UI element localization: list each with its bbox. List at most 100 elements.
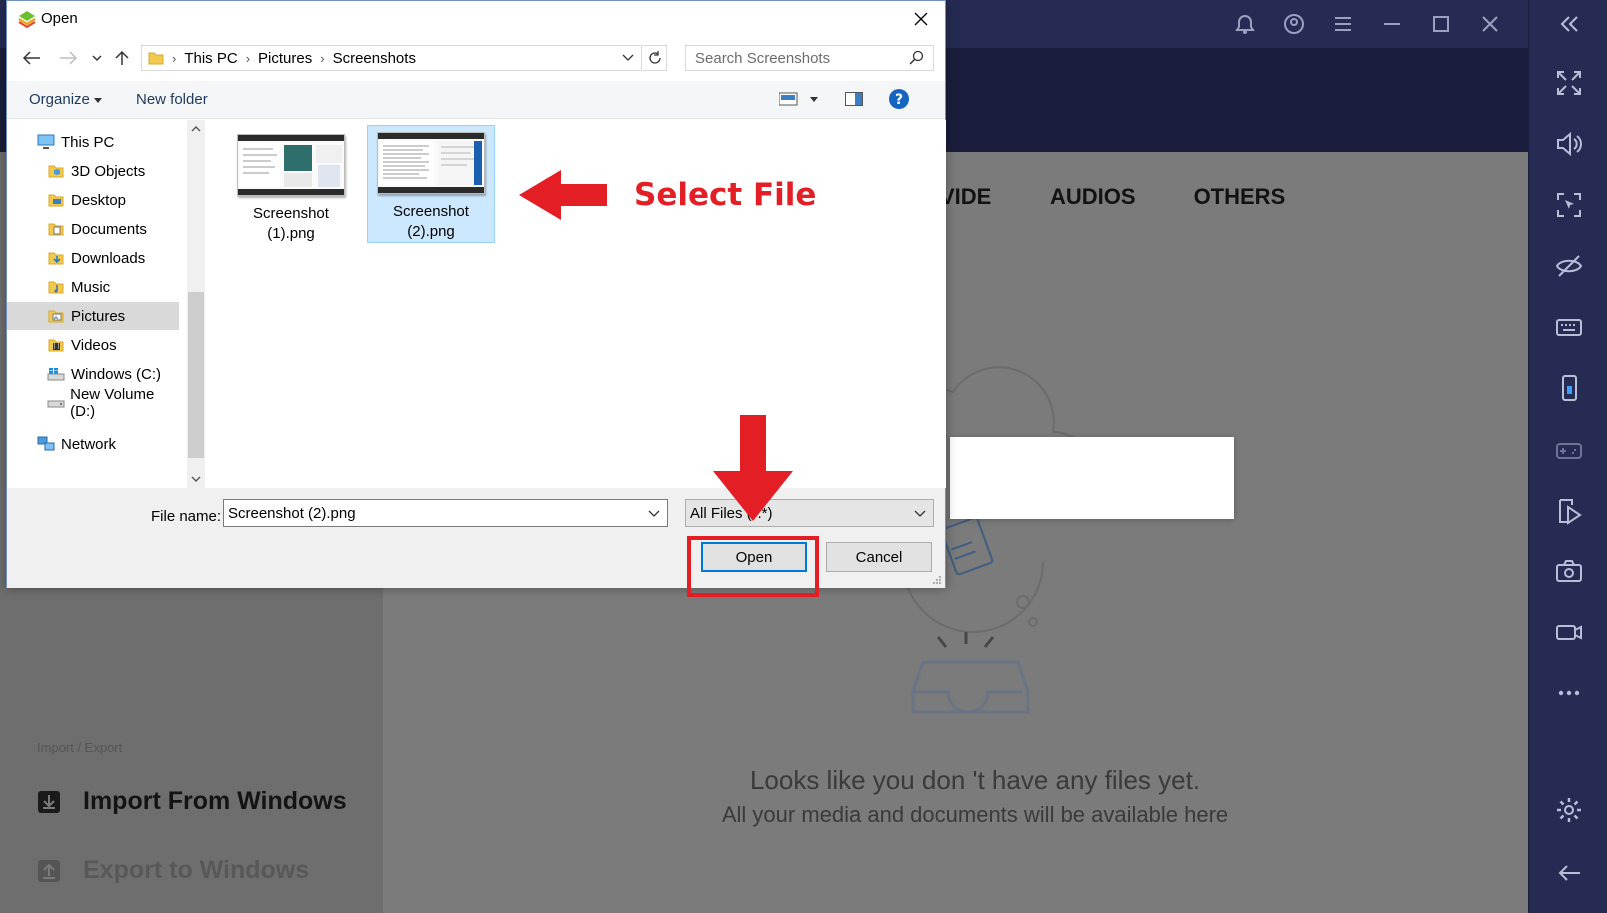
nav-item-windows-c[interactable]: Windows (C:) (7, 360, 179, 388)
hide-icon[interactable] (1529, 251, 1607, 281)
import-icon (38, 790, 60, 813)
nav-item-desktop[interactable]: Desktop (7, 186, 179, 214)
back-button[interactable] (19, 43, 45, 73)
new-folder-button[interactable]: New folder (136, 91, 208, 108)
camera-icon[interactable] (1529, 556, 1607, 586)
refresh-button[interactable] (643, 45, 667, 71)
folder-documents-icon (48, 223, 64, 236)
nav-item-pictures[interactable]: Pictures (7, 302, 179, 330)
annotation-arrow-down-icon (713, 415, 793, 521)
export-icon (38, 859, 60, 882)
file-item-screenshot-2[interactable]: Screenshot (2).png (367, 125, 495, 243)
breadcrumb-separator-icon: › (320, 50, 325, 66)
nav-item-label: Windows (C:) (71, 365, 162, 383)
search-input[interactable]: Search Screenshots (685, 45, 934, 71)
nav-item-label: Videos (71, 336, 117, 354)
nav-item-label: This PC (61, 133, 115, 151)
nav-item-this-pc[interactable]: This PC (7, 128, 179, 156)
nav-item-3d-objects[interactable]: 3D Objects (7, 157, 179, 185)
file-name-label: Screenshot (1).png (253, 205, 329, 242)
fullscreen-icon[interactable] (1529, 68, 1607, 98)
breadcrumb-this-pc[interactable]: This PC (184, 50, 237, 67)
cursor-lock-icon[interactable] (1529, 190, 1607, 220)
menu-icon[interactable] (1318, 13, 1367, 35)
app-tabs: VIDEOS AUDIOS OTHERS (940, 184, 1285, 210)
export-to-windows-button[interactable]: Export to Windows (37, 856, 309, 885)
chevron-down-icon[interactable] (621, 50, 635, 64)
scroll-down-button[interactable] (187, 470, 205, 488)
nav-item-new-volume-d[interactable]: New Volume (D:) (7, 386, 179, 420)
dialog-close-button[interactable] (907, 6, 935, 32)
nav-item-music[interactable]: Music (7, 273, 179, 301)
address-bar[interactable]: › This PC › Pictures › Screenshots (141, 45, 642, 71)
help-button[interactable]: ? (888, 88, 910, 114)
folder-3d-icon (48, 165, 64, 178)
up-button[interactable] (111, 43, 133, 73)
media-manager-icon[interactable] (1529, 495, 1607, 525)
file-name-label: Screenshot (2).png (393, 203, 469, 240)
nav-item-videos[interactable]: Videos (7, 331, 179, 359)
search-placeholder: Search Screenshots (695, 49, 831, 67)
annotation-select-file: Select File (634, 177, 817, 213)
dialog-title: Open (41, 10, 78, 27)
recent-locations-button[interactable] (89, 43, 105, 73)
export-to-windows-label: Export to Windows (83, 856, 310, 884)
volume-icon[interactable] (1529, 129, 1607, 159)
back-icon[interactable] (1529, 858, 1607, 888)
file-name-input[interactable]: Screenshot (2).png (223, 499, 668, 527)
svg-text:?: ? (895, 92, 903, 108)
scroll-thumb[interactable] (188, 292, 204, 458)
view-options-icon (778, 92, 818, 106)
scroll-up-button[interactable] (187, 120, 205, 138)
account-icon[interactable] (1269, 13, 1318, 35)
nav-item-label: 3D Objects (71, 162, 146, 180)
file-thumbnail (237, 134, 345, 196)
preview-pane-button[interactable] (845, 92, 863, 110)
collapse-icon[interactable] (1529, 14, 1607, 34)
tab-others[interactable]: OTHERS (1194, 184, 1286, 210)
change-view-button[interactable] (778, 91, 819, 111)
cancel-button[interactable]: Cancel (826, 542, 932, 572)
file-item-screenshot-1[interactable]: Screenshot (1).png (227, 128, 355, 246)
tab-videos[interactable]: VIDEOS (940, 184, 992, 210)
arrow-right-icon (60, 51, 77, 65)
file-thumbnail (377, 132, 485, 194)
video-record-icon[interactable] (1529, 617, 1607, 647)
import-from-windows-button[interactable]: Import From Windows (37, 787, 347, 816)
phone-icon[interactable] (1529, 373, 1607, 403)
close-app-icon[interactable] (1465, 13, 1514, 35)
right-toolbar (1528, 0, 1607, 913)
notification-bell-icon[interactable] (1220, 13, 1269, 35)
maximize-icon[interactable] (1416, 13, 1465, 35)
breadcrumb-screenshots[interactable]: Screenshots (333, 50, 416, 67)
dialog-toolbar: Organize New folder ? (7, 81, 945, 119)
organize-button[interactable]: Organize (29, 91, 103, 108)
arrow-up-icon (115, 50, 129, 65)
minimize-icon[interactable] (1367, 13, 1416, 35)
more-icon[interactable] (1529, 678, 1607, 708)
app-popup-card (950, 437, 1234, 519)
import-from-windows-label: Import From Windows (83, 787, 347, 815)
chevron-up-icon (191, 126, 201, 132)
resize-grip-icon[interactable] (932, 575, 942, 585)
nav-item-downloads[interactable]: Downloads (7, 244, 179, 272)
file-name-label: File name: (151, 508, 222, 525)
empty-state-subtitle: All your media and documents will be ava… (721, 802, 1229, 827)
folder-videos-icon (48, 339, 64, 352)
close-icon (914, 12, 928, 26)
bluestacks-logo-icon (18, 11, 36, 28)
gamepad-icon[interactable] (1529, 434, 1607, 464)
settings-icon[interactable] (1529, 795, 1607, 825)
tab-audios[interactable]: AUDIOS (1050, 184, 1136, 210)
nav-scrollbar[interactable] (187, 120, 205, 488)
chevron-down-icon (914, 510, 926, 517)
breadcrumb-pictures[interactable]: Pictures (258, 50, 312, 67)
chevron-down-icon[interactable] (647, 506, 661, 520)
forward-button[interactable] (55, 43, 81, 73)
nav-item-label: Pictures (71, 307, 126, 325)
import-export-heading: Import / Export (37, 740, 123, 755)
nav-item-documents[interactable]: Documents (7, 215, 179, 243)
folder-icon (148, 52, 164, 65)
keyboard-icon[interactable] (1529, 312, 1607, 342)
nav-item-network[interactable]: Network (7, 430, 179, 458)
